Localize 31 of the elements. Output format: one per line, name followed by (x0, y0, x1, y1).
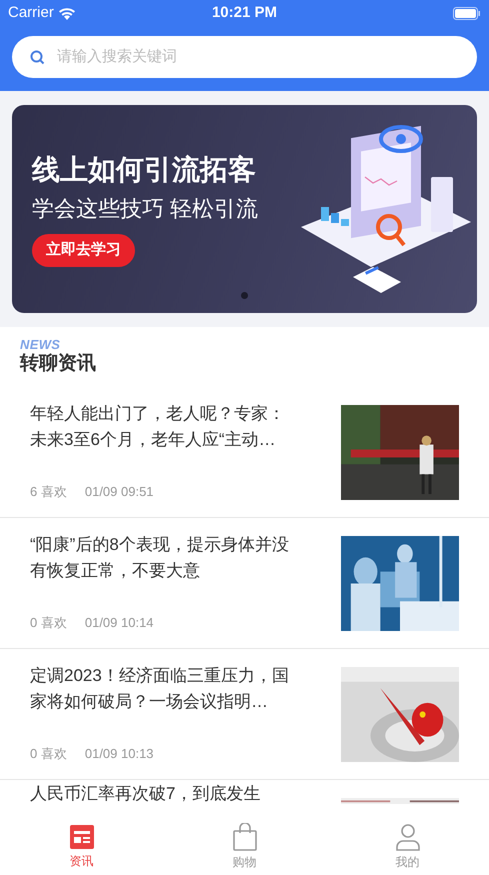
like-count: 6 喜欢 (30, 482, 67, 500)
wifi-icon (58, 6, 76, 20)
shopping-bag-icon (232, 823, 258, 851)
article-row[interactable]: 人民币汇率再次破7，到底发生 (0, 780, 489, 806)
learn-now-button[interactable]: 立即去学习 (32, 234, 135, 266)
publish-time: 01/09 10:14 (84, 614, 154, 632)
like-count: 0 喜欢 (30, 744, 67, 762)
banner-subtitle: 学会这些技巧 轻松引流 (32, 194, 258, 222)
article-row[interactable]: 定调2023！经济面临三重压力，国家将如何破局？一场会议指明… 0 喜欢 01/09 10:13 (0, 649, 489, 780)
news-icon (68, 824, 94, 850)
article-title: “阳康”后的8个表现，提示身体并没有恢复正常，不要大意 (30, 534, 290, 582)
search-icon (30, 50, 45, 64)
person-icon (394, 823, 420, 851)
battery-icon (452, 6, 481, 20)
publish-time: 01/09 10:13 (84, 744, 154, 762)
article-title: 定调2023！经济面临三重压力，国家将如何破局？一场会议指明… (30, 665, 290, 713)
search-input[interactable]: 请输入搜索关键词 (57, 46, 459, 68)
article-title: 年轻人能出门了，老人呢？专家：未来3至6个月，老年人应“主动… (30, 403, 286, 451)
search-field[interactable]: 请输入搜索关键词 (12, 36, 477, 78)
tab-bar-item[interactable]: 资讯 (0, 819, 163, 875)
article-row[interactable]: 年轻人能出门了，老人呢？专家：未来3至6个月，老年人应“主动… 6 喜欢 01/09 09:51 (0, 387, 489, 518)
banner-title: 线上如何引流拓客 (32, 152, 257, 186)
like-count: 0 喜欢 (30, 614, 67, 632)
banner[interactable]: 线上如何引流拓客 学会这些技巧 轻松引流 立即去学习 (12, 105, 477, 313)
carrier-name: Carrier (8, 2, 54, 23)
clock-time: 10:21 PM (212, 2, 278, 23)
heading-decoration: NEWS (20, 338, 60, 352)
publish-time: 01/09 09:51 (84, 482, 154, 500)
article-title: 人民币汇率再次破7，到底发生 (30, 784, 260, 805)
section-title: 转聊资讯 (20, 352, 96, 376)
article-row[interactable]: “阳康”后的8个表现，提示身体并没有恢复正常，不要大意 0 喜欢 01/09 10:14 (0, 518, 489, 649)
